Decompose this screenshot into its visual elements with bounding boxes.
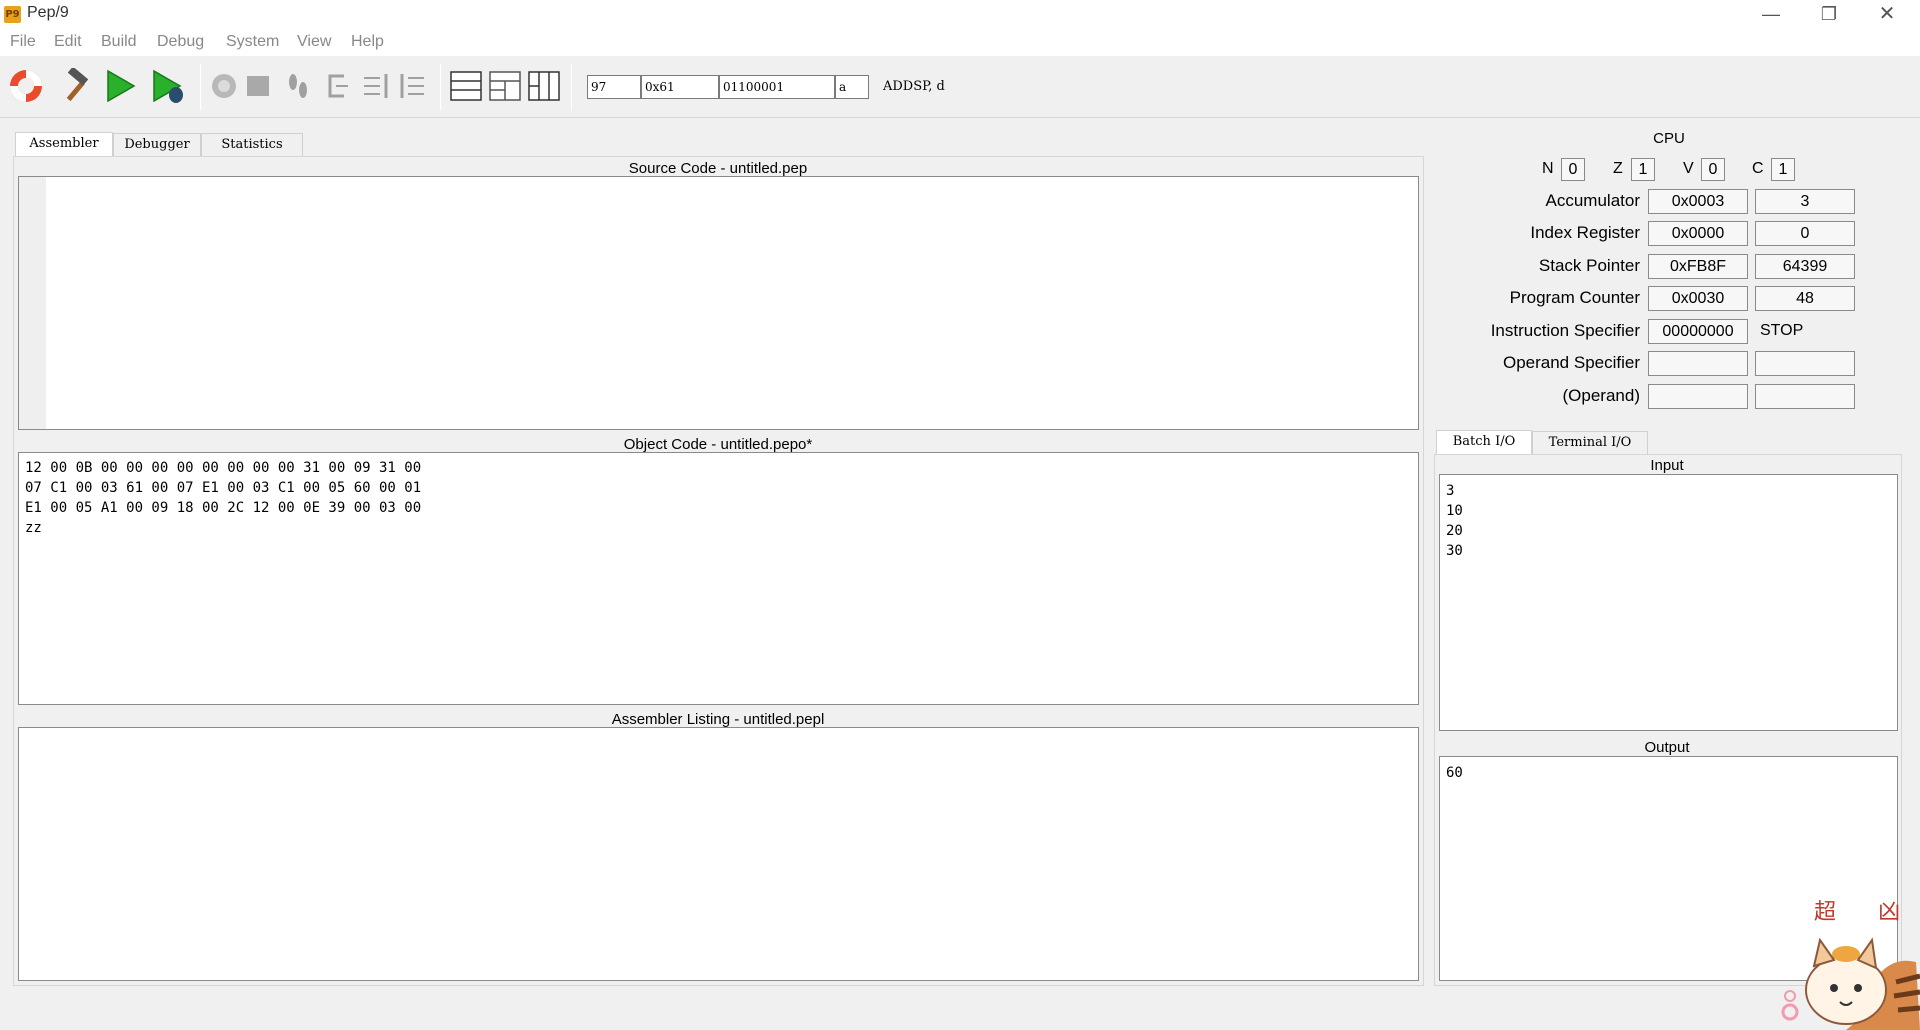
object-code-line: 07 C1 00 03 61 00 07 E1 00 03 C1 00 05 6… [25, 480, 422, 496]
window-title: Pep/9 [27, 4, 69, 21]
flag-n-value: 0 [1561, 158, 1585, 181]
step-over-icon[interactable] [318, 68, 354, 104]
input-line: 10 [1446, 503, 1463, 519]
operand-specifier-dec [1755, 351, 1855, 376]
menu-edit[interactable]: Edit [54, 33, 82, 51]
minimize-button[interactable]: — [1742, 0, 1800, 30]
index-register-label: Index Register [1530, 223, 1640, 242]
menu-help[interactable]: Help [351, 33, 384, 51]
accumulator-dec: 3 [1755, 189, 1855, 214]
accumulator-hex: 0x0003 [1648, 189, 1748, 214]
menu-bar: File Edit Build Debug System View Help [0, 30, 1920, 56]
flag-v-value: 0 [1701, 158, 1725, 181]
index-register-hex: 0x0000 [1648, 221, 1748, 246]
assembler-listing-title: Assembler Listing - untitled.pepl [611, 711, 825, 728]
input-line: 20 [1446, 523, 1463, 539]
layout-mixed-icon[interactable] [487, 68, 523, 104]
restore-button[interactable]: ❐ [1800, 0, 1858, 30]
title-bar: P9 Pep/9 — ❐ ✕ [0, 0, 1920, 30]
operand-specifier-label: Operand Specifier [1502, 353, 1640, 372]
menu-view[interactable]: View [297, 33, 331, 51]
flag-c-label: C [1752, 160, 1764, 177]
source-code-editor[interactable] [18, 176, 1419, 430]
tab-debugger[interactable]: Debugger [113, 133, 201, 157]
toolbar-separator [200, 64, 201, 110]
output-title: Output [1644, 739, 1690, 756]
close-button[interactable]: ✕ [1858, 0, 1916, 30]
object-code-title: Object Code - untitled.pepo* [623, 436, 813, 453]
instruction-specifier-binary: 00000000 [1648, 319, 1748, 344]
assembler-listing-editor[interactable] [18, 727, 1419, 981]
tab-terminal-io[interactable]: Terminal I/O [1532, 431, 1648, 455]
object-code-line: 12 00 0B 00 00 00 00 00 00 00 00 31 00 0… [25, 460, 422, 476]
converter-instruction: ADDSP, d [883, 79, 945, 94]
stop-icon[interactable] [240, 68, 276, 104]
input-title: Input [1650, 457, 1684, 474]
program-counter-label: Program Counter [1509, 288, 1640, 307]
source-code-title: Source Code - untitled.pep [628, 160, 808, 177]
input-line: 3 [1446, 483, 1455, 499]
flag-c-value: 1 [1771, 158, 1795, 181]
flag-z-label: Z [1613, 160, 1623, 177]
build-hammer-icon[interactable] [58, 68, 94, 104]
app-icon: P9 [4, 6, 21, 23]
menu-debug[interactable]: Debug [157, 33, 204, 51]
decimal-converter-field[interactable]: 97 [587, 75, 641, 99]
binary-converter-field[interactable]: 01100001 [719, 75, 835, 99]
input-line: 30 [1446, 543, 1463, 559]
output-line: 60 [1446, 765, 1463, 781]
run-icon[interactable] [102, 68, 138, 104]
object-code-line: E1 00 05 A1 00 09 18 00 2C 12 00 0E 39 0… [25, 500, 422, 516]
run-debug-icon[interactable] [150, 68, 186, 104]
layout-rows-icon[interactable] [448, 68, 484, 104]
accumulator-label: Accumulator [1545, 191, 1640, 210]
step-into-icon[interactable] [358, 68, 394, 104]
interrupt-icon[interactable] [206, 68, 242, 104]
tab-assembler[interactable]: Assembler [15, 132, 113, 157]
cpu-title: CPU [1653, 130, 1685, 147]
stack-pointer-dec: 64399 [1755, 254, 1855, 279]
char-converter-field[interactable]: a [835, 75, 869, 99]
operand-dec [1755, 384, 1855, 409]
layout-columns-icon[interactable] [526, 68, 562, 104]
step-out-icon[interactable] [396, 68, 432, 104]
menu-build[interactable]: Build [101, 33, 137, 51]
program-counter-dec: 48 [1755, 286, 1855, 311]
toolbar-separator [440, 64, 441, 110]
operand-specifier-hex [1648, 351, 1748, 376]
tab-batch-io[interactable]: Batch I/O [1436, 430, 1532, 455]
index-register-dec: 0 [1755, 221, 1855, 246]
menu-system[interactable]: System [226, 33, 279, 51]
toolbar-separator [571, 64, 572, 110]
help-lifebuoy-icon[interactable] [8, 68, 44, 104]
program-counter-hex: 0x0030 [1648, 286, 1748, 311]
flag-v-label: V [1683, 160, 1694, 177]
hex-converter-field[interactable]: 0x61 [641, 75, 719, 99]
stack-pointer-label: Stack Pointer [1538, 256, 1640, 275]
step-icon[interactable] [280, 68, 316, 104]
flag-z-value: 1 [1631, 158, 1655, 181]
stack-pointer-hex: 0xFB8F [1648, 254, 1748, 279]
object-code-line: zz [25, 520, 42, 536]
cat-sticker: 超 凶 [1776, 892, 1920, 1030]
instruction-mnemonic: STOP [1760, 322, 1804, 339]
operand-hex [1648, 384, 1748, 409]
flag-n-label: N [1542, 160, 1554, 177]
toolbar: 97 0x61 01100001 a ADDSP, d [0, 56, 1920, 118]
line-number-gutter [19, 177, 46, 429]
tab-statistics[interactable]: Statistics [201, 133, 303, 157]
instruction-specifier-label: Instruction Specifier [1490, 321, 1640, 340]
menu-file[interactable]: File [10, 33, 36, 51]
object-code-editor[interactable]: 12 00 0B 00 00 00 00 00 00 00 00 31 00 0… [18, 452, 1419, 705]
batch-input-field[interactable]: 3 10 20 30 [1439, 474, 1898, 731]
operand-label: (Operand) [1562, 386, 1640, 405]
